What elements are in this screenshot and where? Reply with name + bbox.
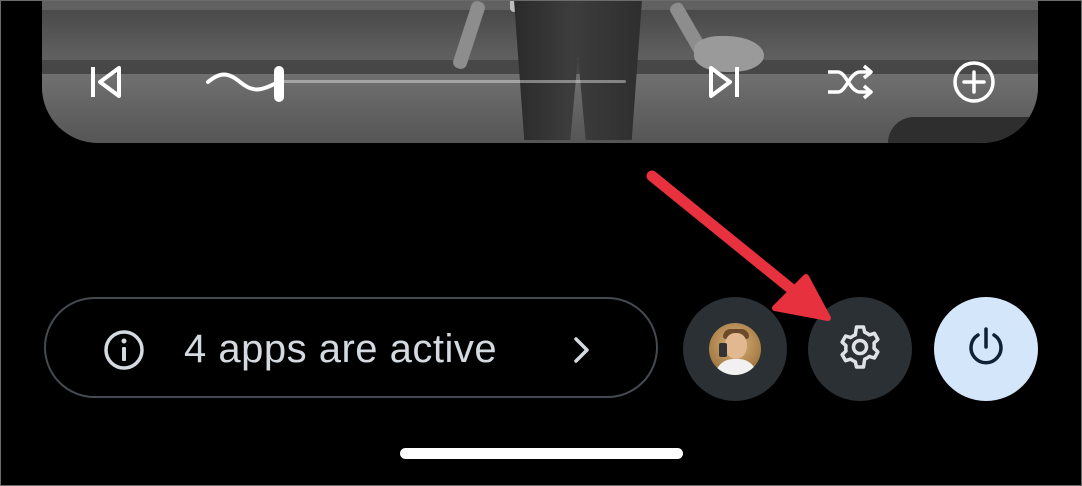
skip-next-icon[interactable] — [702, 62, 746, 102]
active-apps-label: 4 apps are active — [184, 327, 498, 371]
seek-thumb[interactable] — [274, 66, 284, 102]
seek-bar[interactable] — [206, 66, 626, 102]
shuffle-icon[interactable] — [824, 62, 876, 102]
seek-track — [282, 80, 626, 83]
active-apps-button[interactable]: 4 apps are active — [44, 297, 658, 398]
user-avatar — [709, 323, 761, 375]
album-art-rocks — [888, 117, 1038, 143]
add-circle-icon[interactable] — [950, 60, 998, 104]
media-controls — [42, 52, 1038, 112]
power-button[interactable] — [934, 297, 1038, 401]
chevron-right-icon — [570, 333, 594, 367]
settings-button[interactable] — [808, 297, 912, 401]
gear-icon — [836, 323, 884, 376]
user-switcher-button[interactable] — [683, 297, 787, 401]
skip-previous-icon[interactable] — [84, 62, 128, 102]
home-gesture-bar[interactable] — [400, 448, 683, 459]
info-icon — [102, 328, 146, 372]
power-icon — [964, 325, 1008, 374]
